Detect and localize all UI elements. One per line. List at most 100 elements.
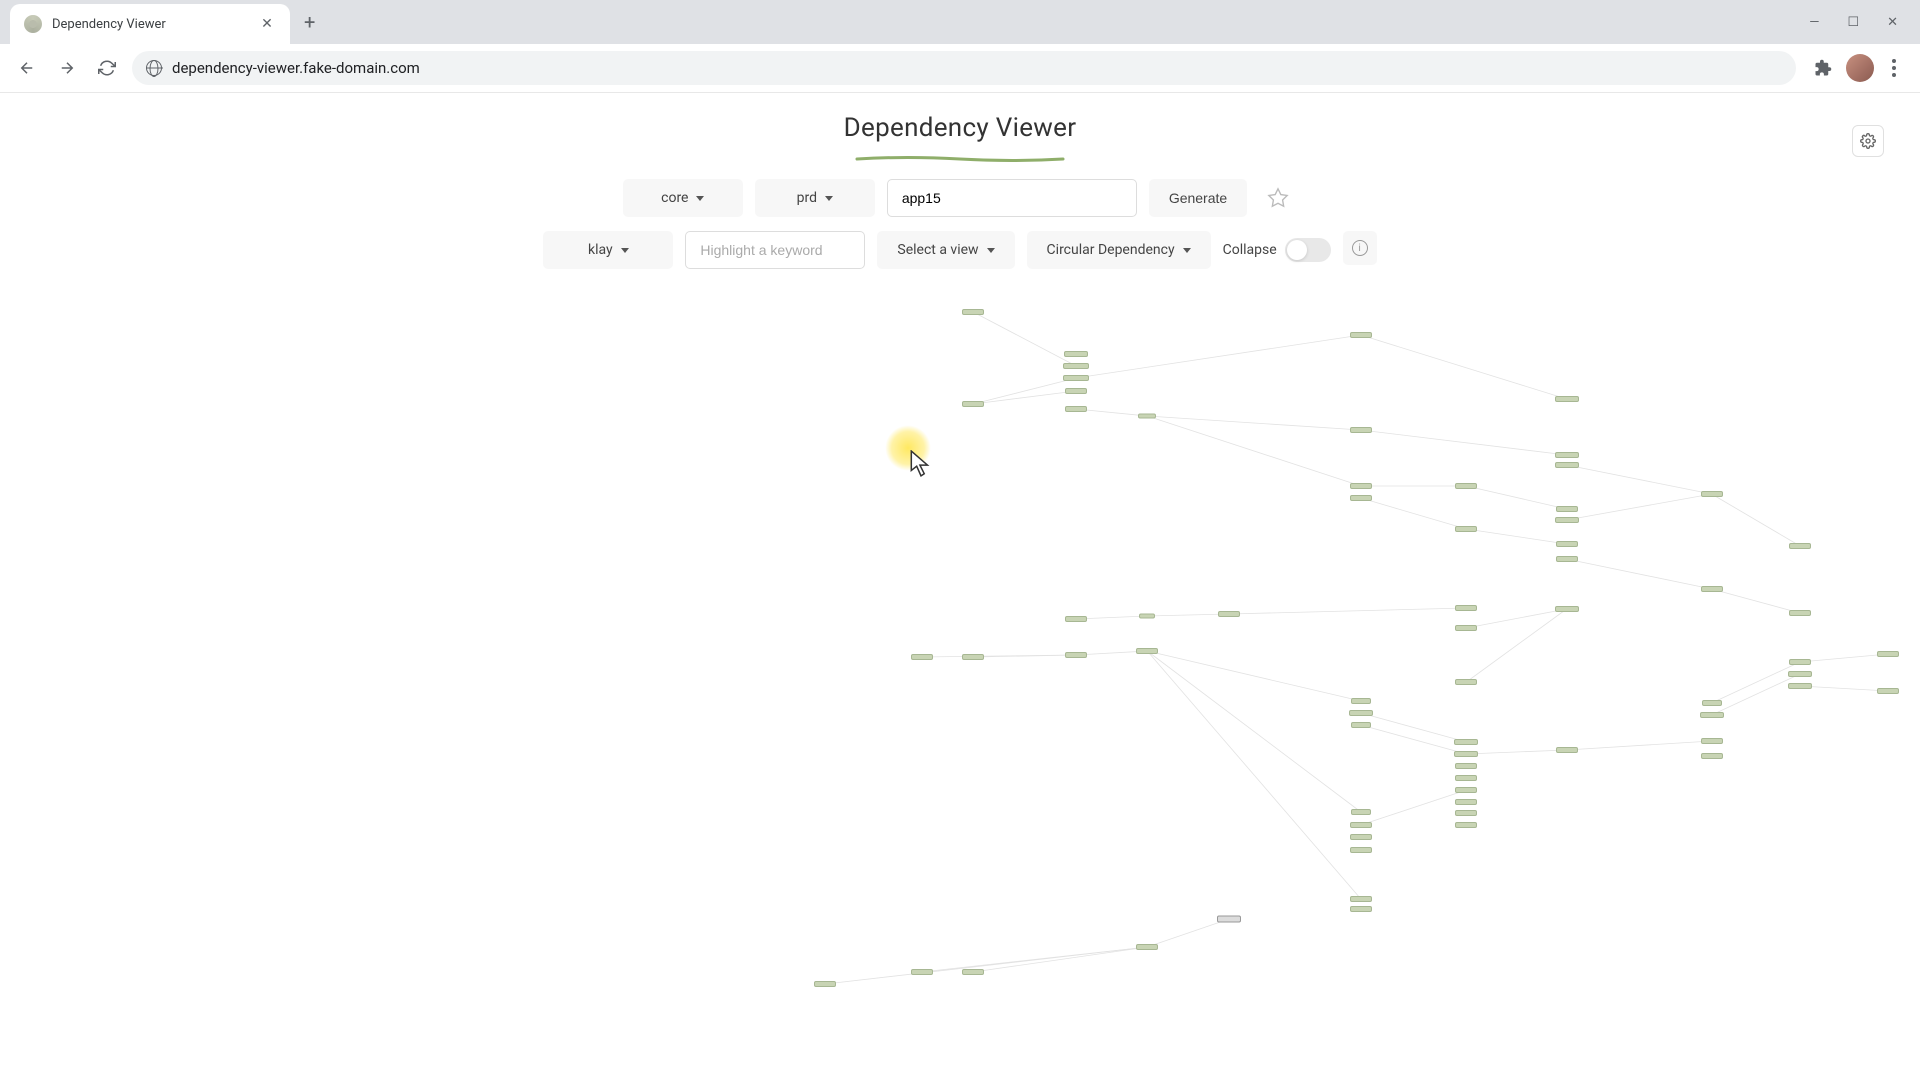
graph-node[interactable] [1701, 753, 1723, 759]
window-close-icon[interactable]: ✕ [1887, 15, 1898, 30]
graph-node[interactable] [962, 969, 984, 975]
nav-back-button[interactable] [12, 53, 42, 83]
layout-dropdown[interactable]: klay [543, 231, 673, 269]
graph-node[interactable] [1349, 710, 1373, 716]
graph-node[interactable] [1455, 787, 1477, 793]
graph-node[interactable] [1789, 543, 1811, 549]
browser-menu-icon[interactable] [1888, 55, 1900, 81]
graph-node[interactable] [1556, 541, 1578, 547]
graph-node[interactable] [962, 654, 984, 660]
graph-node[interactable] [1350, 332, 1372, 338]
graph-node[interactable] [1455, 810, 1477, 816]
collapse-toggle[interactable] [1285, 238, 1331, 262]
graph-node[interactable] [1065, 652, 1087, 658]
graph-node[interactable] [1454, 751, 1478, 757]
graph-node[interactable] [1136, 944, 1158, 950]
graph-node[interactable] [962, 401, 984, 407]
graph-node[interactable] [1351, 698, 1371, 704]
graph-node[interactable] [1555, 396, 1579, 402]
graph-node[interactable] [1877, 688, 1899, 694]
graph-node[interactable] [1065, 406, 1087, 412]
graph-node[interactable] [1455, 625, 1477, 631]
graph-node[interactable] [1877, 651, 1899, 657]
graph-node[interactable] [1455, 605, 1477, 611]
graph-node[interactable] [1555, 452, 1579, 458]
graph-node[interactable] [911, 654, 933, 660]
tab-close-icon[interactable]: ✕ [258, 15, 276, 33]
nav-reload-button[interactable] [92, 53, 122, 83]
nav-forward-button[interactable] [52, 53, 82, 83]
graph-node[interactable] [1789, 610, 1811, 616]
settings-button[interactable] [1852, 125, 1884, 157]
graph-node[interactable] [1065, 388, 1087, 394]
info-icon: i [1352, 240, 1368, 256]
window-minimize-icon[interactable]: — [1809, 15, 1819, 30]
browser-chrome: Dependency Viewer ✕ + — ☐ ✕ dependency-v… [0, 0, 1920, 93]
graph-node[interactable] [1064, 351, 1088, 357]
avatar[interactable] [1846, 54, 1874, 82]
graph-node[interactable] [1455, 679, 1477, 685]
graph-node[interactable] [1350, 896, 1372, 902]
graph-node[interactable] [1555, 462, 1579, 468]
graph-node[interactable] [1350, 495, 1372, 501]
graph-node[interactable] [962, 309, 984, 315]
graph-node[interactable] [1556, 747, 1578, 753]
graph-node[interactable] [1556, 556, 1578, 562]
highlight-input[interactable] [685, 231, 865, 269]
graph-node[interactable] [1455, 763, 1477, 769]
graph-node[interactable] [1455, 483, 1477, 489]
graph-node[interactable] [1351, 809, 1371, 815]
project-dropdown[interactable]: core [623, 179, 743, 217]
graph-node[interactable] [1555, 606, 1579, 612]
graph-node[interactable] [1138, 414, 1156, 419]
graph-node[interactable] [1701, 491, 1723, 497]
generate-button[interactable]: Generate [1149, 179, 1247, 217]
graph-node[interactable] [1702, 700, 1722, 706]
graph-node[interactable] [1350, 483, 1372, 489]
graph-node[interactable] [1455, 822, 1477, 828]
dependency-graph-canvas[interactable] [0, 279, 1920, 1039]
graph-node[interactable] [1350, 427, 1372, 433]
chevron-down-icon [1183, 248, 1191, 253]
app-name-input[interactable] [887, 179, 1137, 217]
graph-node[interactable] [1455, 526, 1477, 532]
url-bar[interactable]: dependency-viewer.fake-domain.com [132, 51, 1796, 85]
graph-node[interactable] [1218, 611, 1240, 617]
graph-node[interactable] [1350, 906, 1372, 912]
chevron-down-icon [825, 196, 833, 201]
graph-node[interactable] [1788, 671, 1812, 677]
graph-node[interactable] [1788, 683, 1812, 689]
graph-node[interactable] [1556, 506, 1578, 512]
graph-node[interactable] [911, 969, 933, 975]
graph-node[interactable] [1351, 722, 1371, 728]
graph-node[interactable] [1700, 712, 1724, 718]
extensions-icon[interactable] [1814, 59, 1832, 77]
browser-tab[interactable]: Dependency Viewer ✕ [10, 4, 290, 44]
graph-node[interactable] [1701, 738, 1723, 744]
info-button[interactable]: i [1343, 231, 1377, 265]
graph-node[interactable] [1136, 648, 1158, 654]
graph-node[interactable] [1063, 375, 1089, 381]
graph-node[interactable] [1350, 834, 1372, 840]
graph-node[interactable] [1789, 659, 1811, 665]
graph-node[interactable] [1065, 616, 1087, 622]
graph-node[interactable] [1701, 586, 1723, 592]
view-dropdown-label: Select a view [897, 242, 978, 258]
window-maximize-icon[interactable]: ☐ [1847, 15, 1859, 30]
graph-node[interactable] [1350, 847, 1372, 853]
view-dropdown[interactable]: Select a view [877, 231, 1014, 269]
graph-node[interactable] [814, 981, 836, 987]
graph-node[interactable] [1063, 363, 1089, 369]
graph-node[interactable] [1139, 614, 1155, 619]
graph-node[interactable] [1350, 822, 1372, 828]
graph-edges [0, 279, 1920, 1039]
circular-dependency-dropdown[interactable]: Circular Dependency [1027, 231, 1211, 269]
graph-node[interactable] [1455, 775, 1477, 781]
graph-node[interactable] [1454, 739, 1478, 745]
favorite-button[interactable] [1259, 179, 1297, 217]
env-dropdown[interactable]: prd [755, 179, 875, 217]
graph-node[interactable] [1217, 916, 1241, 923]
graph-node[interactable] [1555, 517, 1579, 523]
new-tab-button[interactable]: + [290, 10, 329, 34]
graph-node[interactable] [1455, 799, 1477, 805]
